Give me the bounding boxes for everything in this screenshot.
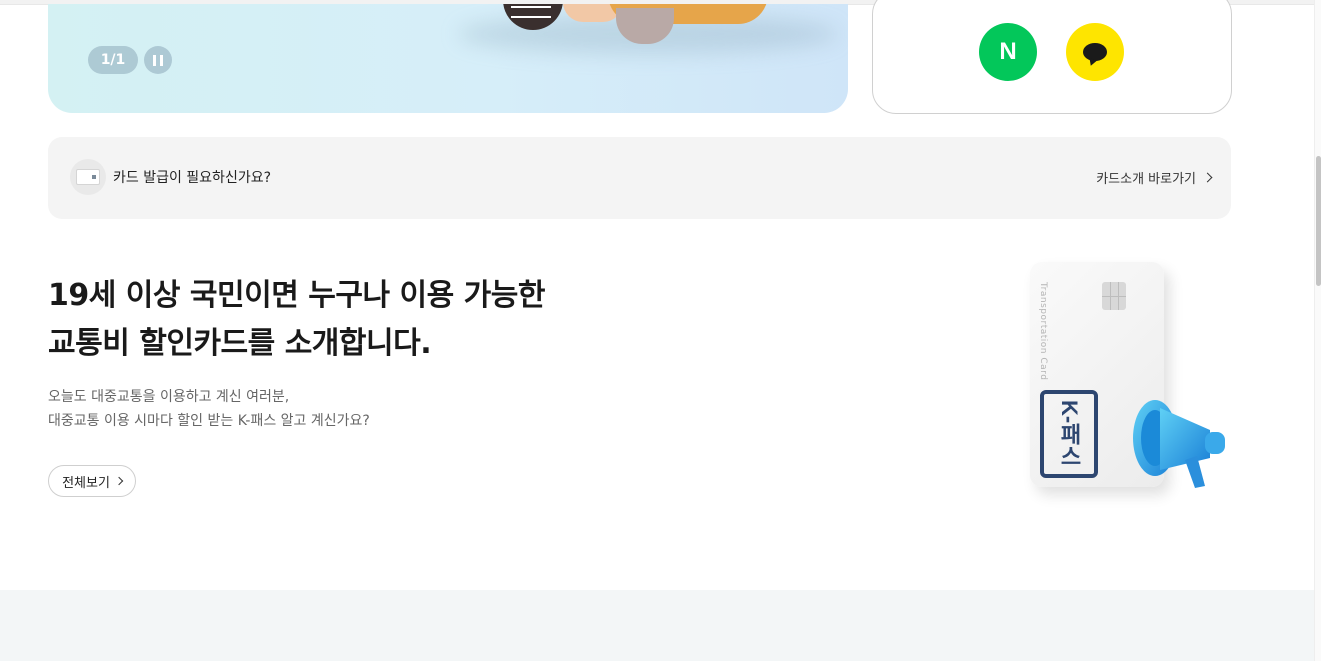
slide-counter: 1/1 xyxy=(88,46,138,74)
naver-login-button[interactable]: N xyxy=(979,23,1037,81)
kpass-logo: K-패스 xyxy=(1040,390,1098,478)
megaphone-icon xyxy=(1133,400,1225,488)
pause-icon-bar-left xyxy=(153,54,156,66)
pause-button[interactable] xyxy=(144,46,172,74)
intro-description: 오늘도 대중교통을 이용하고 계신 여러분, 대중교통 이용 시마다 할인 받는… xyxy=(48,385,370,433)
speech-bubble-icon xyxy=(1083,43,1107,61)
card-issue-bar: 카드 발급이 필요하신가요? 카드소개 바로가기 xyxy=(48,137,1231,219)
bottom-section-band xyxy=(0,590,1316,661)
intro-desc-line1: 오늘도 대중교통을 이용하고 계신 여러분, xyxy=(48,389,290,405)
card-vertical-label: Transportation Card xyxy=(1038,282,1048,381)
card-intro-link-label: 카드소개 바로가기 xyxy=(1096,172,1196,187)
chevron-right-icon xyxy=(114,476,124,486)
card-chip xyxy=(1102,282,1126,310)
intro-title-line2: 교통비 할인카드를 소개합니다. xyxy=(48,326,432,361)
intro-title-line1: 19세 이상 국민이면 누구나 이용 가능한 xyxy=(48,278,545,313)
login-card xyxy=(872,0,1232,114)
hero-banner[interactable]: 1/1 xyxy=(48,4,848,113)
intro-desc-line2: 대중교통 이용 시마다 할인 받는 K-패스 알고 계신가요? xyxy=(48,413,370,429)
intro-title: 19세 이상 국민이면 누구나 이용 가능한 교통비 할인카드를 소개합니다. xyxy=(48,272,545,368)
card-intro-link[interactable]: 카드소개 바로가기 xyxy=(1096,168,1213,187)
view-all-button[interactable]: 전체보기 xyxy=(48,465,136,497)
page-scrollbar[interactable] xyxy=(1314,0,1321,661)
kpass-logo-text: K-패스 xyxy=(1057,400,1082,468)
kakao-login-button[interactable] xyxy=(1066,23,1124,81)
mini-card-graphic xyxy=(76,169,100,185)
scrollbar-thumb[interactable] xyxy=(1316,156,1321,286)
card-icon xyxy=(70,159,106,195)
view-all-label: 전체보기 xyxy=(62,475,110,491)
chevron-right-icon xyxy=(1202,172,1213,183)
card-issue-question: 카드 발급이 필요하신가요? xyxy=(113,170,272,186)
naver-icon: N xyxy=(999,38,1017,65)
pause-icon-bar-right xyxy=(160,54,163,66)
